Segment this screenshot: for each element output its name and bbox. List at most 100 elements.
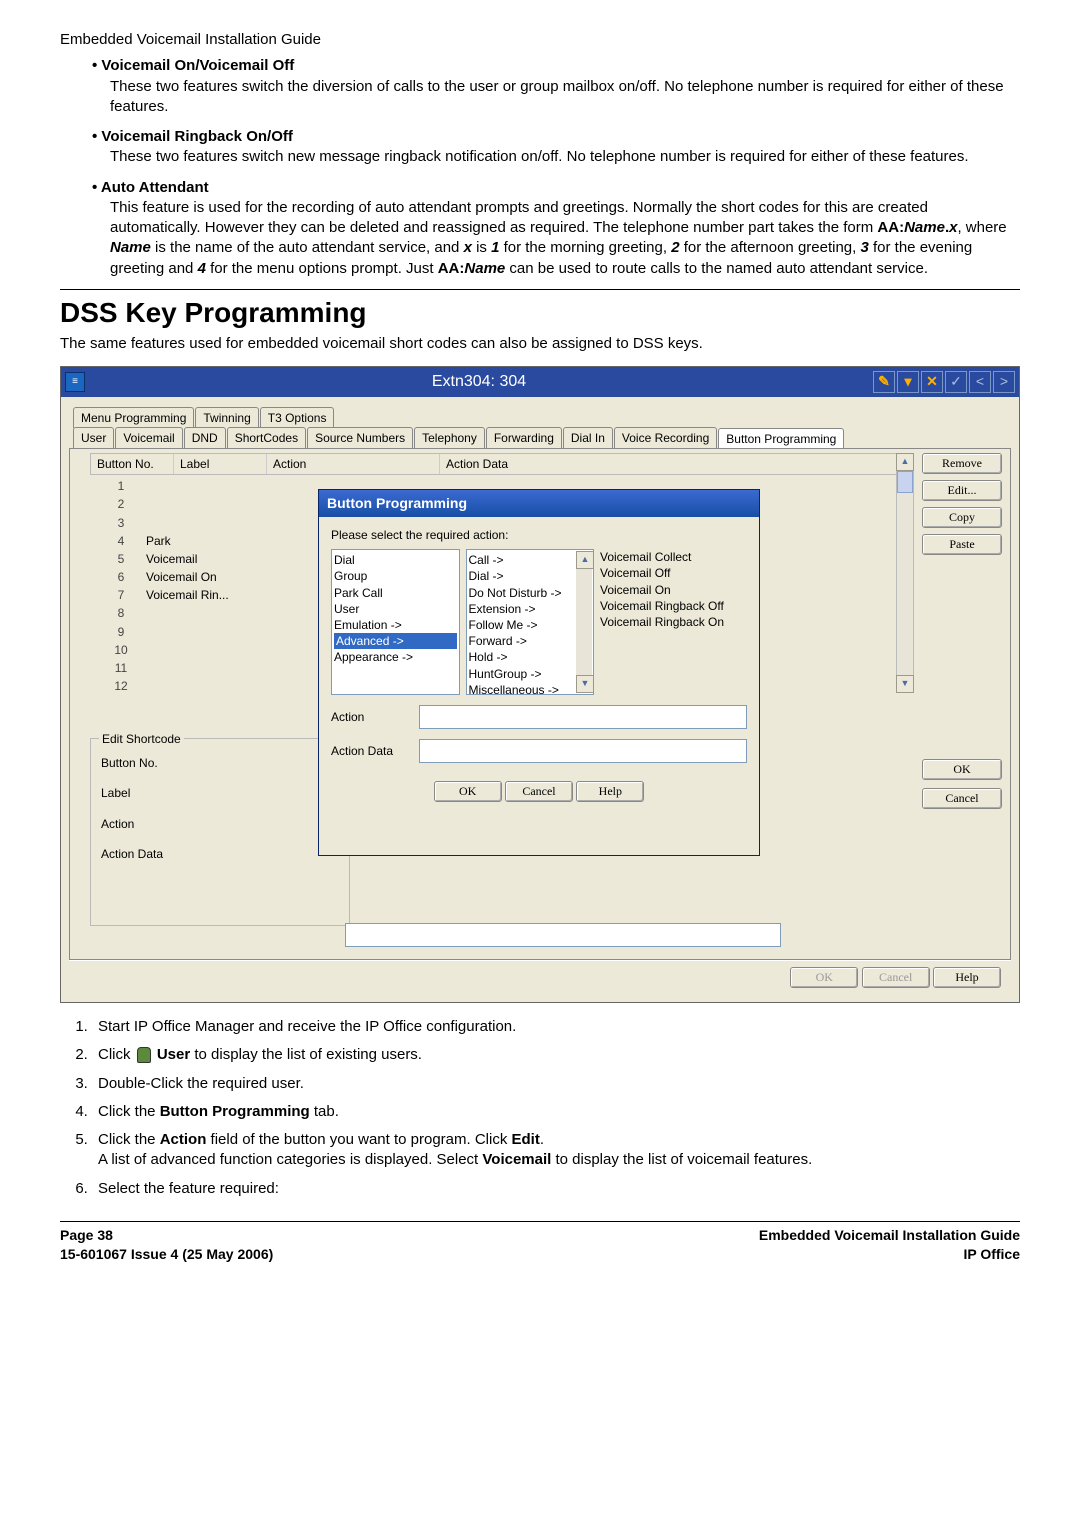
table-row[interactable]: 11 [90,659,310,677]
action-subcategory-list[interactable]: Call ->Dial ->Do Not Disturb ->Extension… [466,549,595,695]
dialog-action-data-input[interactable] [419,739,747,763]
list-item[interactable]: Follow Me -> [469,617,592,633]
tab-source-numbers[interactable]: Source Numbers [307,427,413,448]
action-category-list[interactable]: DialGroupPark CallUserEmulation ->Advanc… [331,549,460,695]
paste-button[interactable]: Paste [922,534,1002,555]
list-item[interactable]: Hold -> [469,649,592,665]
table-row[interactable]: 9 [90,623,310,641]
titlebar-next-icon[interactable]: > [993,371,1015,393]
scroll-down-icon[interactable]: ▼ [896,675,914,693]
tab-forwarding[interactable]: Forwarding [486,427,562,448]
list-item[interactable]: Appearance -> [334,649,457,665]
dialog-action-input[interactable] [419,705,747,729]
button-table-rows[interactable]: 1234Park5Voicemail6Voicemail On7Voicemai… [90,477,310,695]
tab-panel-button-programming: Button No. Label Action Action Data 1234… [69,448,1011,960]
section-title: DSS Key Programming [60,294,1020,332]
tab-dnd[interactable]: DND [184,427,226,448]
titlebar-dropdown-icon[interactable]: ▾ [897,371,919,393]
list-item[interactable]: Park Call [334,585,457,601]
scroll-thumb[interactable] [897,471,913,493]
table-row[interactable]: 3 [90,514,310,532]
panel-action-data-input[interactable] [345,923,781,947]
col-label: Label [174,454,267,474]
list-item[interactable]: Voicemail On [600,582,747,598]
tab-user[interactable]: User [73,427,114,448]
step-item: Click the Action field of the button you… [92,1130,1020,1171]
list-item[interactable]: User [334,601,457,617]
bullet-body: These two features switch the diversion … [110,77,1020,118]
list-item[interactable]: Do Not Disturb -> [469,585,592,601]
list-item[interactable]: Forward -> [469,633,592,649]
table-row[interactable]: 6Voicemail On [90,568,310,586]
scroll-up-icon[interactable]: ▲ [896,453,914,471]
step-item: Click the Button Programming tab. [92,1102,1020,1122]
list-item[interactable]: Voicemail Ringback On [600,614,747,630]
table-row[interactable]: 7Voicemail Rin... [90,586,310,604]
footer-page: Page 38 [60,1227,113,1243]
scroll-down-icon[interactable]: ▼ [576,675,594,693]
list-item[interactable]: Call -> [469,552,592,568]
remove-button[interactable]: Remove [922,453,1002,474]
list-item[interactable]: Group [334,568,457,584]
list-scrollbar[interactable]: ▲ ▼ [576,551,592,693]
panel-ok-button: OK [790,967,858,988]
list-item[interactable]: Extension -> [469,601,592,617]
list-item[interactable]: Advanced -> [334,633,457,649]
tab-row-upper: Menu ProgrammingTwinningT3 Options [73,407,1011,428]
user-icon [137,1047,151,1063]
table-row[interactable]: 8 [90,604,310,622]
titlebar-check-icon[interactable]: ✓ [945,371,967,393]
tab-telephony[interactable]: Telephony [414,427,485,448]
table-row[interactable]: 1 [90,477,310,495]
list-item[interactable]: Emulation -> [334,617,457,633]
doc-header: Embedded Voicemail Installation Guide [60,30,1020,50]
tab-twinning[interactable]: Twinning [195,407,258,428]
tab-dial-in[interactable]: Dial In [563,427,613,448]
table-row[interactable]: 12 [90,677,310,695]
tab-menu-programming[interactable]: Menu Programming [73,407,194,428]
side-ok-button[interactable]: OK [922,759,1002,780]
titlebar-new-icon[interactable]: ✎ [873,371,895,393]
list-item[interactable]: Miscellaneous -> [469,682,592,696]
list-item[interactable]: HuntGroup -> [469,666,592,682]
footer-doc-id: 15-601067 Issue 4 (25 May 2006) [60,1246,273,1262]
list-item[interactable]: Dial -> [469,568,592,584]
titlebar-close-icon[interactable]: ✕ [921,371,943,393]
tab-voicemail[interactable]: Voicemail [115,427,182,448]
col-action-data: Action Data [440,454,909,474]
dialog-ok-button[interactable]: OK [434,781,502,802]
scroll-up-icon[interactable]: ▲ [576,551,594,569]
list-item[interactable]: Voicemail Collect [600,549,747,565]
dialog-cancel-button[interactable]: Cancel [505,781,573,802]
list-item[interactable]: Voicemail Off [600,565,747,581]
tab-button-programming[interactable]: Button Programming [718,428,844,449]
footer-product: IP Office [963,1246,1020,1262]
instruction-steps: Start IP Office Manager and receive the … [92,1017,1020,1199]
tab-shortcodes[interactable]: ShortCodes [227,427,306,448]
copy-button[interactable]: Copy [922,507,1002,528]
list-item[interactable]: Voicemail Ringback Off [600,598,747,614]
titlebar-prev-icon[interactable]: < [969,371,991,393]
edit--button[interactable]: Edit... [922,480,1002,501]
panel-help-button[interactable]: Help [933,967,1001,988]
edit-field-button-no-: Button No. [101,755,339,771]
side-cancel-button[interactable]: Cancel [922,788,1002,809]
tab-t3-options[interactable]: T3 Options [260,407,335,428]
edit-shortcode-group: Edit Shortcode Button No.LabelActionActi… [90,738,350,926]
footer-title: Embedded Voicemail Installation Guide [759,1227,1020,1243]
step-item: Start IP Office Manager and receive the … [92,1017,1020,1037]
table-row[interactable]: 4Park [90,532,310,550]
action-feature-list[interactable]: Voicemail CollectVoicemail OffVoicemail … [600,549,747,695]
table-row[interactable]: 2 [90,495,310,513]
edit-shortcode-legend: Edit Shortcode [99,731,184,747]
table-row[interactable]: 10 [90,641,310,659]
dialog-help-button[interactable]: Help [576,781,644,802]
col-button-no: Button No. [91,454,174,474]
app-icon: ≡ [65,372,85,392]
table-row[interactable]: 5Voicemail [90,550,310,568]
dialog-action-data-label: Action Data [331,743,411,759]
list-item[interactable]: Dial [334,552,457,568]
tab-voice-recording[interactable]: Voice Recording [614,427,717,448]
section-rule [60,289,1020,290]
table-scrollbar[interactable]: ▲ ▼ [896,453,914,693]
